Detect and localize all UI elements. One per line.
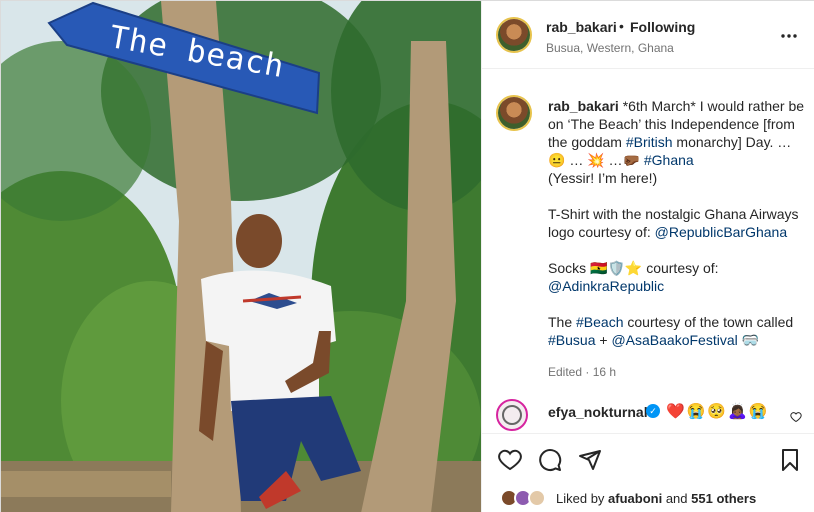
likes-prefix: Liked by [556, 491, 609, 506]
post-side-panel: rab_bakari • Following Busua, Western, G… [481, 1, 814, 512]
mention-republic-bar[interactable]: @RepublicBarGhana [655, 224, 788, 240]
likes-middle: and [662, 491, 692, 506]
caption-line: *6th March* I would rather be [622, 98, 805, 114]
commenter-username[interactable]: efya_nokturnal [548, 404, 648, 420]
following-button[interactable]: Following [630, 19, 695, 35]
comment-like-heart-icon[interactable] [790, 411, 802, 423]
post-header: rab_bakari • Following Busua, Western, G… [482, 1, 814, 69]
comment-text: ❤️😭🥺🙇🏾‍♀️😭 [666, 403, 770, 420]
likes-count[interactable]: 551 others [691, 491, 756, 506]
caption-emojis: 😐 … 💥 …🤛🏾 [548, 152, 644, 168]
action-bar [482, 433, 814, 483]
mention-festival[interactable]: @AsaBaakoFestival [611, 332, 737, 348]
caption-line: courtesy of: [642, 260, 719, 276]
commenter-avatar[interactable] [496, 399, 528, 431]
caption-line: (Yessir! I’m here!) [548, 170, 658, 186]
caption-line: the goddam [548, 134, 626, 150]
liker-username[interactable]: afuaboni [608, 491, 662, 506]
likes-summary: Liked by afuaboni and 551 others [482, 483, 814, 511]
post-photo[interactable]: The beach [1, 1, 481, 512]
share-icon[interactable] [578, 448, 602, 472]
header-separator: • [619, 18, 624, 34]
hashtag-ghana[interactable]: #Ghana [644, 152, 694, 168]
socks-emojis: 🇬🇭🛡️⭐ [590, 260, 643, 276]
caption-line: T-Shirt with the nostalgic Ghana Airways [548, 206, 799, 222]
liker-avatar[interactable] [528, 489, 546, 507]
author-avatar[interactable] [498, 19, 530, 51]
comment-row: efya_nokturnal ✓ ❤️😭🥺🙇🏾‍♀️😭 [482, 395, 814, 435]
caption-line: Socks [548, 260, 591, 276]
hashtag-british[interactable]: #British [626, 134, 673, 150]
caption-line: The [548, 314, 577, 330]
hashtag-beach[interactable]: #Beach [576, 314, 623, 330]
caption-line: + [595, 332, 612, 348]
caption-line: on ‘The Beach’ this Independence [from [548, 116, 795, 132]
post-location[interactable]: Busua, Western, Ghana [546, 41, 674, 55]
bookmark-icon[interactable] [778, 448, 802, 472]
caption-line: logo courtesy of: [548, 224, 655, 240]
author-username[interactable]: rab_bakari [546, 19, 617, 35]
hashtag-busua[interactable]: #Busua [548, 332, 595, 348]
post-dialog: The beach rab_bakari • Following Busua, … [0, 0, 814, 512]
caption-avatar[interactable] [498, 97, 530, 129]
comment-icon[interactable] [538, 448, 562, 472]
caption-text: rab_bakari *6th March* I would rather be… [548, 97, 814, 349]
more-options-icon[interactable] [780, 27, 798, 45]
likes-text: Liked by afuaboni and 551 others [556, 491, 756, 506]
caption-username[interactable]: rab_bakari [548, 98, 619, 114]
like-heart-icon[interactable] [498, 448, 522, 472]
caption-line: courtesy of the town called [623, 314, 794, 330]
caption-line: monarchy] Day. … [672, 134, 792, 150]
end-emoji: 🥽 [741, 332, 760, 348]
edited-timestamp: Edited · 16 h [548, 365, 617, 379]
mention-adinkra[interactable]: @AdinkraRepublic [548, 278, 664, 294]
verified-badge-icon: ✓ [646, 404, 660, 418]
